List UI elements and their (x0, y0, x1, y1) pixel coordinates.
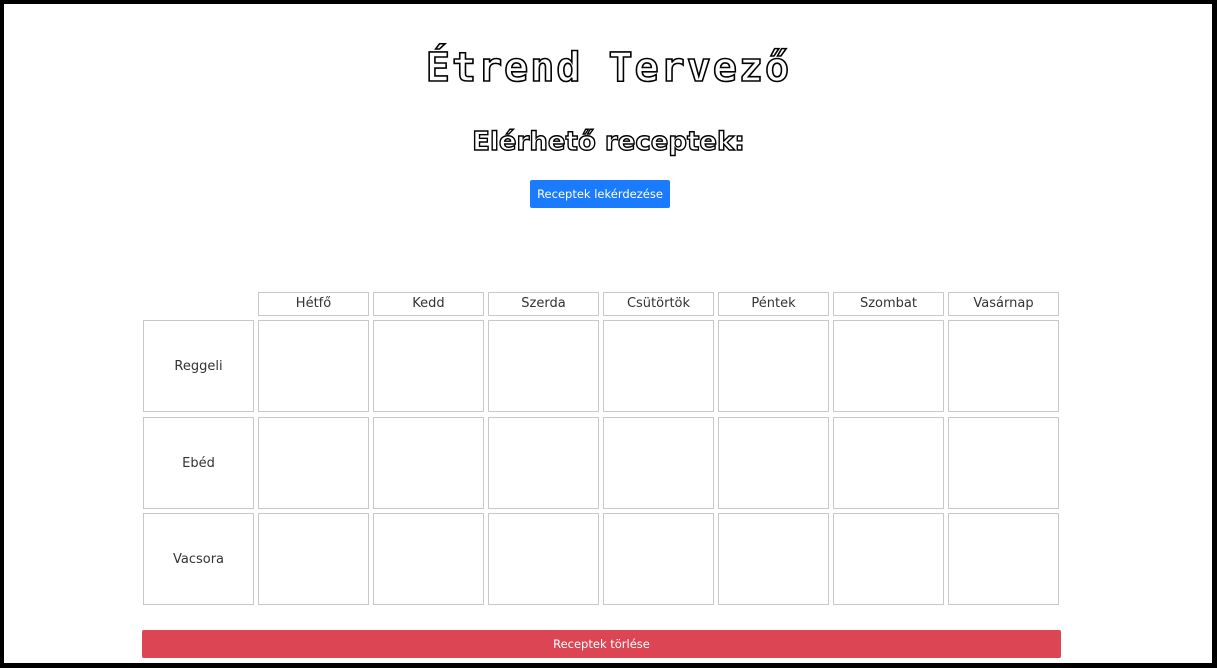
meal-label-text: Vacsora (172, 551, 225, 567)
day-header-friday: Péntek (718, 292, 829, 316)
slot-lunch-sunday[interactable] (948, 417, 1059, 509)
slot-breakfast-wednesday[interactable] (488, 320, 599, 412)
slot-breakfast-tuesday[interactable] (373, 320, 484, 412)
slot-dinner-wednesday[interactable] (488, 513, 599, 605)
slot-breakfast-monday[interactable] (258, 320, 369, 412)
slot-lunch-monday[interactable] (258, 417, 369, 509)
meal-label-text: Ebéd (182, 455, 215, 471)
day-header-monday: Hétfő (258, 292, 369, 316)
slot-breakfast-sunday[interactable] (948, 320, 1059, 412)
slot-dinner-monday[interactable] (258, 513, 369, 605)
slot-breakfast-friday[interactable] (718, 320, 829, 412)
day-header-wednesday: Szerda (488, 292, 599, 316)
slot-dinner-thursday[interactable] (603, 513, 714, 605)
recipes-heading: Elérhető receptek: (472, 126, 746, 157)
slot-lunch-thursday[interactable] (603, 417, 714, 509)
meal-label-dinner: Vacsora (143, 513, 254, 605)
fetch-recipes-button[interactable]: Receptek lekérdezése (530, 180, 670, 208)
slot-lunch-tuesday[interactable] (373, 417, 484, 509)
day-header-tuesday: Kedd (373, 292, 484, 316)
slot-dinner-tuesday[interactable] (373, 513, 484, 605)
slot-breakfast-saturday[interactable] (833, 320, 944, 412)
meal-label-breakfast: Reggeli (143, 320, 254, 412)
meal-label-lunch: Ebéd (143, 417, 254, 509)
meal-label-text: Reggeli (174, 358, 223, 374)
day-header-saturday: Szombat (833, 292, 944, 316)
page-title: Étrend Tervező (425, 44, 792, 92)
slot-breakfast-thursday[interactable] (603, 320, 714, 412)
slot-lunch-wednesday[interactable] (488, 417, 599, 509)
slot-lunch-friday[interactable] (718, 417, 829, 509)
day-header-thursday: Csütörtök (603, 292, 714, 316)
slot-dinner-sunday[interactable] (948, 513, 1059, 605)
delete-recipes-button[interactable]: Receptek törlése (142, 630, 1061, 658)
slot-dinner-friday[interactable] (718, 513, 829, 605)
slot-dinner-saturday[interactable] (833, 513, 944, 605)
day-header-sunday: Vasárnap (948, 292, 1059, 316)
slot-lunch-saturday[interactable] (833, 417, 944, 509)
